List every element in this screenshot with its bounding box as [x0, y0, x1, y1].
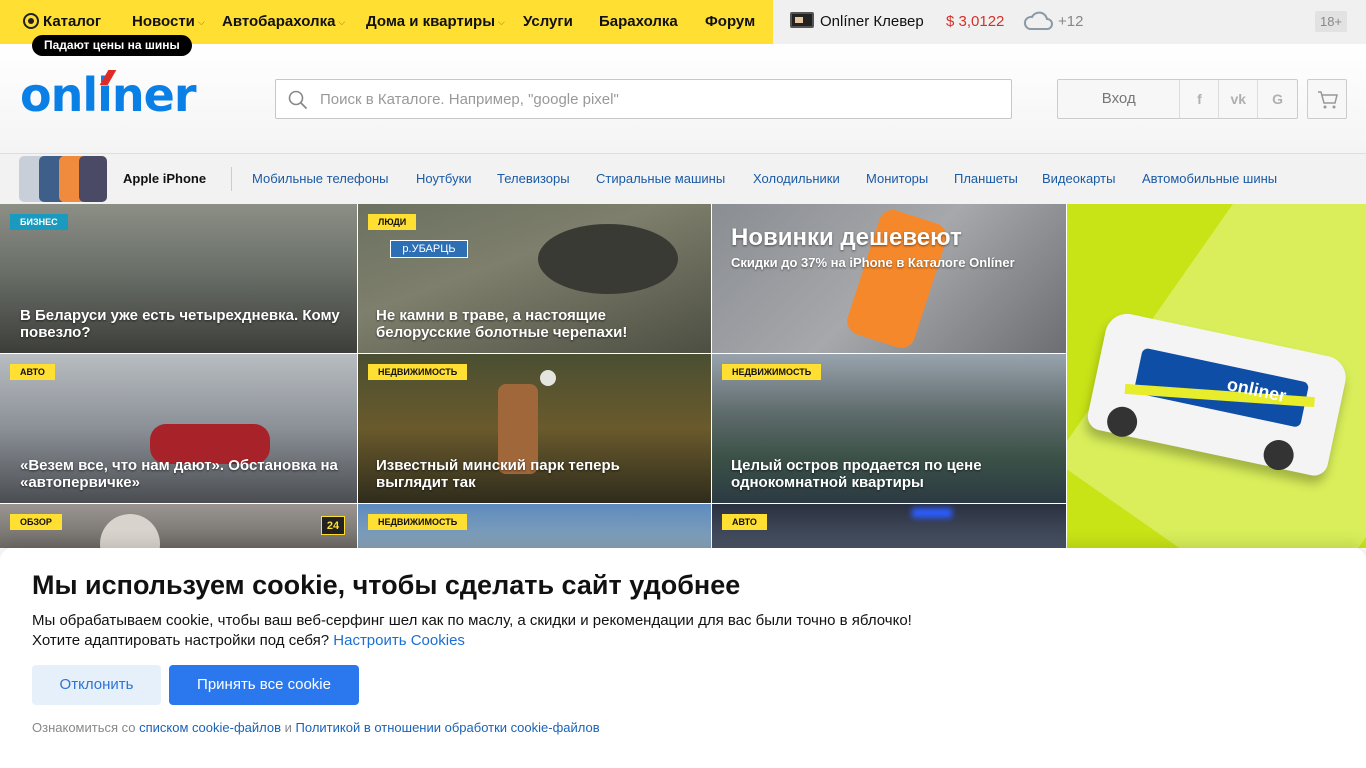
catalog-link[interactable]: Мониторы	[866, 154, 928, 204]
cookie-banner: Мы используем cookie, чтобы сделать сайт…	[0, 548, 1366, 768]
google-icon[interactable]: G	[1258, 80, 1297, 118]
news-title: Целый остров продается по цене однокомна…	[731, 457, 982, 491]
news-tile-promo[interactable]: Новинки дешевеют Скидки до 37% на iPhone…	[712, 204, 1066, 353]
chevron-down-icon: ⌵	[498, 17, 505, 27]
news-title: В Беларуси уже есть четырехдневка. Кому …	[20, 307, 340, 341]
catalog-divider	[231, 167, 232, 191]
catalog-link[interactable]: Планшеты	[954, 154, 1018, 204]
catalog-icon	[23, 13, 39, 29]
news-category-label: Недвижимость	[368, 514, 468, 530]
cookie-list-link[interactable]: списком cookie-файлов	[139, 720, 281, 735]
news-tile[interactable]: Недвижимость Целый остров продается по ц…	[712, 354, 1066, 503]
news-tile[interactable]: Недвижимость	[358, 504, 711, 548]
nav-catalog-label: Каталог	[43, 13, 102, 30]
vk-icon[interactable]: vk	[1219, 80, 1259, 118]
news-tile[interactable]: р.УБАРЦЬ Люди Не камни в траве, а настоя…	[358, 204, 711, 353]
search-box	[275, 79, 1012, 119]
news-title: Не камни в траве, а настоящие белорусски…	[376, 307, 628, 341]
currency-rate[interactable]: $ 3,0122	[946, 0, 1004, 44]
cookie-footer: Ознакомиться со списком cookie-файлов и …	[32, 720, 600, 735]
news-category-label: Авто	[10, 364, 55, 380]
news-category-label: Недвижимость	[722, 364, 822, 380]
catalog-strip: Apple iPhone Мобильные телефоны Ноутбуки…	[0, 154, 1366, 204]
facebook-icon[interactable]: f	[1180, 80, 1220, 118]
news-category-label: Недвижимость	[368, 364, 468, 380]
decline-button[interactable]: Отклонить	[32, 665, 161, 705]
lamp-shape	[540, 370, 556, 386]
cookie-footer-and: и	[284, 720, 292, 735]
login-button[interactable]: Вход	[1058, 80, 1181, 118]
promo-title: Новинки дешевеют	[731, 224, 962, 251]
cookie-settings-link[interactable]: Настроить Cookies	[333, 632, 465, 649]
catalog-link[interactable]: Телевизоры	[497, 154, 570, 204]
catalog-link[interactable]: Холодильники	[753, 154, 840, 204]
news-category-label: Авто	[722, 514, 767, 530]
header: onliner Вход f vk G	[0, 44, 1366, 154]
catalog-link[interactable]: Ноутбуки	[416, 154, 472, 204]
catalog-featured-iphone[interactable]: Apple iPhone	[123, 154, 206, 204]
news-tile[interactable]: Авто «Везем все, что нам дают». Обстанов…	[0, 354, 357, 503]
advertisement-banner[interactable]: onliner	[1067, 204, 1366, 548]
klever-label: Onlíner Клевер	[820, 13, 924, 30]
weather-temp: +12	[1058, 13, 1084, 30]
news-title: Известный минский парк теперь выглядит т…	[376, 457, 620, 491]
catalog-link[interactable]: Стиральные машины	[596, 154, 725, 204]
klever-link[interactable]: Onlíner Клевер	[790, 0, 924, 44]
news-tile[interactable]: Авто	[712, 504, 1066, 548]
nav-services[interactable]: Услуги	[523, 0, 573, 44]
weather-widget[interactable]: +12	[1022, 0, 1083, 44]
search-icon	[288, 90, 308, 110]
search-input[interactable]	[320, 80, 1000, 118]
nav-news-label: Новости	[132, 13, 195, 30]
cookie-title: Мы используем cookie, чтобы сделать сайт…	[32, 570, 741, 600]
nav-baraholka[interactable]: Барахолка	[599, 0, 678, 44]
cookie-text-settings: Хотите адаптировать настройки под себя? …	[32, 631, 465, 651]
catalog-link[interactable]: Автомобильные шины	[1142, 154, 1277, 204]
nav-auto-label: Автобарахолка	[222, 13, 336, 30]
nav-realty-label: Дома и квартиры	[366, 13, 496, 30]
police-light	[912, 508, 952, 518]
nav-forum[interactable]: Форум	[705, 0, 755, 44]
cart-icon	[1318, 91, 1338, 109]
catalog-link[interactable]: Видеокарты	[1042, 154, 1115, 204]
promo-pill[interactable]: Падают цены на шины	[32, 35, 192, 56]
top-bar: Каталог Новости ⌵ Автобарахолка ⌵ Дома и к…	[0, 0, 1366, 44]
login-group: Вход f vk G	[1057, 79, 1298, 119]
cookie-footer-prefix: Ознакомиться со	[32, 720, 136, 735]
accept-all-button[interactable]: Принять все cookie	[169, 665, 359, 705]
klever-card-icon	[790, 12, 814, 28]
promo-subtitle: Скидки до 37% на iPhone в Каталоге Onlín…	[731, 255, 1015, 270]
news-tile[interactable]: Недвижимость Известный минский парк тепе…	[358, 354, 711, 503]
news-title: «Везем все, что нам дают». Обстановка на…	[20, 457, 338, 491]
age-rating-badge: 18+	[1315, 11, 1347, 32]
news-tile[interactable]: Обзор 24	[0, 504, 357, 548]
road-sign: р.УБАРЦЬ	[390, 240, 468, 258]
device-shape	[100, 514, 160, 548]
comments-count[interactable]: 24	[321, 516, 345, 535]
cookie-settings-prompt: Хотите адаптировать настройки под себя?	[32, 632, 330, 649]
news-category-label: Обзор	[10, 514, 62, 530]
news-tile[interactable]: Бизнес В Беларуси уже есть четырехдневка…	[0, 204, 357, 353]
news-category-label: Люди	[368, 214, 417, 230]
catalog-link[interactable]: Мобильные телефоны	[252, 154, 389, 204]
cookie-text: Мы обрабатываем cookie, чтобы ваш веб-се…	[32, 612, 912, 629]
chevron-down-icon: ⌵	[338, 17, 346, 27]
chevron-down-icon: ⌵	[197, 17, 205, 27]
iphone-thumbnail[interactable]	[19, 156, 109, 202]
news-category-label: Бизнес	[10, 214, 68, 230]
cloud-icon	[1023, 11, 1053, 30]
cart-button[interactable]	[1307, 79, 1347, 119]
nav-auto[interactable]: Автобарахолка ⌵	[222, 0, 345, 44]
turtle-shape	[538, 224, 678, 294]
nav-realty[interactable]: Дома и квартиры ⌵	[366, 0, 505, 44]
cookie-policy-link[interactable]: Политикой в отношении обработки cookie-ф…	[296, 720, 600, 735]
